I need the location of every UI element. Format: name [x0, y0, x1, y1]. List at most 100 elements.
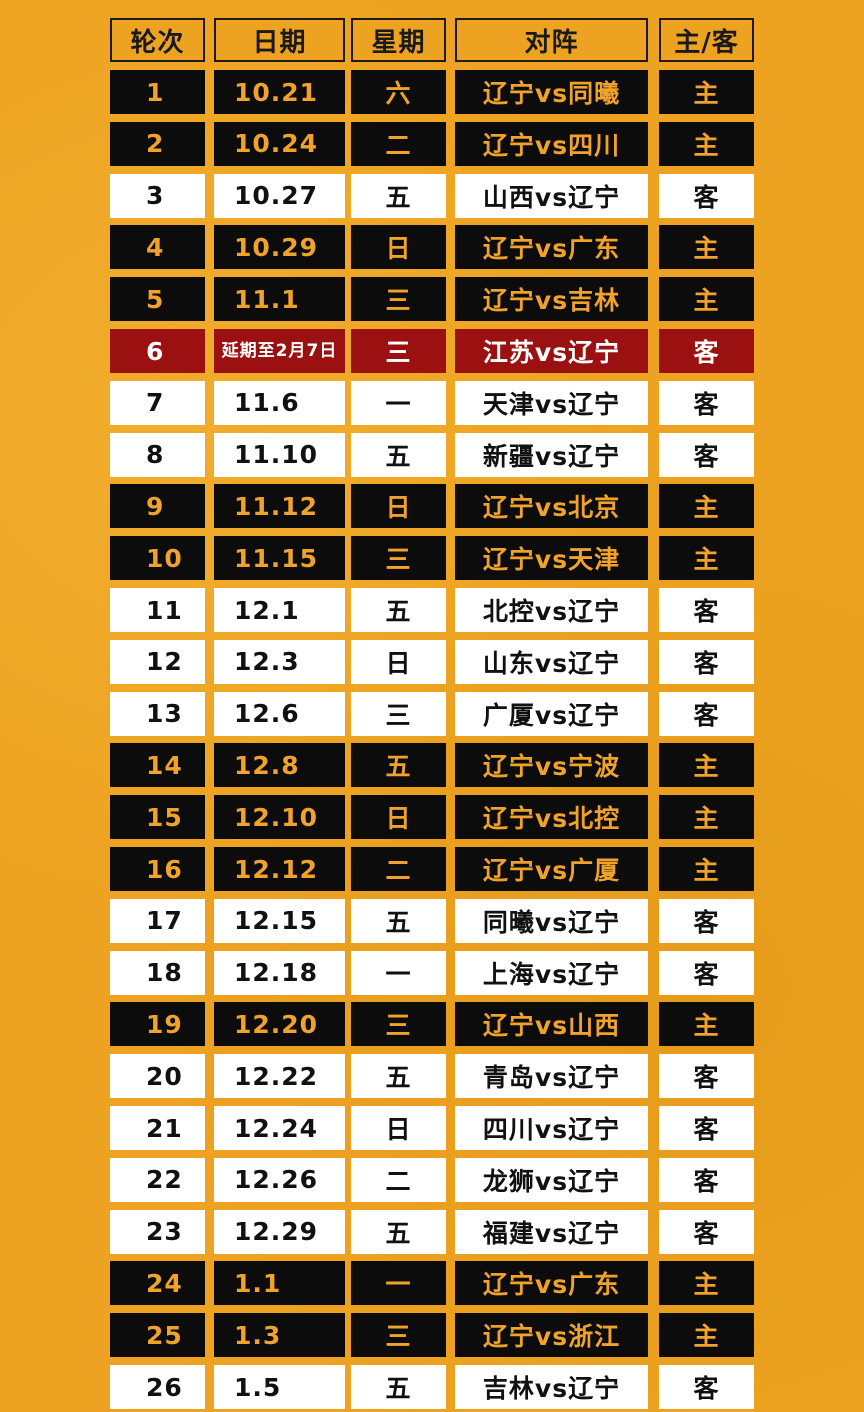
table-row: 3 10.27 五山西vs辽宁客	[110, 173, 754, 218]
table-row: 23 12.29 五福建vs辽宁客	[110, 1209, 754, 1254]
weekday-cell: 五	[351, 432, 446, 477]
match-cell: 山东vs辽宁	[455, 639, 648, 684]
side-cell: 客	[659, 588, 754, 632]
side-cell: 客	[659, 432, 754, 477]
table-header: 轮次 日期 星期 对阵 主/客	[110, 18, 754, 62]
table-row: 10 11.15 三辽宁vs天津主	[110, 536, 754, 581]
round-cell: 21	[110, 1106, 205, 1150]
side-cell: 客	[659, 1054, 754, 1099]
table-row: 15 12.10 日辽宁vs北控主	[110, 795, 754, 840]
table-row: 26 1.5 五吉林vs辽宁客	[110, 1365, 754, 1409]
match-cell: 辽宁vs同曦	[455, 70, 648, 114]
side-cell: 主	[659, 225, 754, 270]
match-cell: 天津vs辽宁	[455, 380, 648, 425]
side-cell: 主	[659, 795, 754, 840]
side-cell: 主	[659, 1313, 754, 1358]
weekday-cell: 三	[351, 329, 446, 373]
weekday-cell: 五	[351, 173, 446, 218]
table-row: 21 12.24 日四川vs辽宁客	[110, 1106, 754, 1150]
side-cell: 客	[659, 1157, 754, 1202]
table-row: 12 12.3 日山东vs辽宁客	[110, 639, 754, 684]
weekday-cell: 二	[351, 847, 446, 891]
header-date: 日期	[214, 18, 345, 62]
match-cell: 辽宁vs宁波	[455, 743, 648, 788]
match-cell: 辽宁vs广厦	[455, 847, 648, 891]
match-cell: 北控vs辽宁	[455, 588, 648, 632]
round-cell: 4	[110, 225, 205, 270]
date-cell: 延期至2月7日	[214, 329, 345, 373]
round-cell: 10	[110, 536, 205, 581]
date-cell: 10.21	[214, 70, 345, 114]
match-cell: 江苏vs辽宁	[455, 329, 648, 373]
table-row: 11 12.1 五北控vs辽宁客	[110, 588, 754, 632]
side-cell: 客	[659, 173, 754, 218]
table-row: 22 12.26 二龙狮vs辽宁客	[110, 1157, 754, 1202]
weekday-cell: 五	[351, 743, 446, 788]
round-cell: 3	[110, 173, 205, 218]
date-cell: 11.12	[214, 484, 345, 529]
date-cell: 10.29	[214, 225, 345, 270]
side-cell: 主	[659, 1002, 754, 1047]
table-row: 7 11.6 一天津vs辽宁客	[110, 380, 754, 425]
date-cell: 12.15	[214, 898, 345, 943]
date-cell: 12.3	[214, 639, 345, 684]
table-row: 9 11.12 日辽宁vs北京主	[110, 484, 754, 529]
match-cell: 辽宁vs北京	[455, 484, 648, 529]
match-cell: 新疆vs辽宁	[455, 432, 648, 477]
match-cell: 四川vs辽宁	[455, 1106, 648, 1150]
round-cell: 8	[110, 432, 205, 477]
match-cell: 辽宁vs山西	[455, 1002, 648, 1047]
match-cell: 青岛vs辽宁	[455, 1054, 648, 1099]
header-weekday: 星期	[351, 18, 446, 62]
weekday-cell: 五	[351, 1054, 446, 1099]
match-cell: 上海vs辽宁	[455, 950, 648, 995]
weekday-cell: 日	[351, 639, 446, 684]
match-cell: 辽宁vs北控	[455, 795, 648, 840]
round-cell: 13	[110, 691, 205, 736]
match-cell: 辽宁vs广东	[455, 1261, 648, 1306]
table-row: 24 1.1 一辽宁vs广东主	[110, 1261, 754, 1306]
date-cell: 1.5	[214, 1365, 345, 1409]
weekday-cell: 五	[351, 588, 446, 632]
weekday-cell: 五	[351, 1209, 446, 1254]
side-cell: 客	[659, 691, 754, 736]
date-cell: 12.20	[214, 1002, 345, 1047]
round-cell: 14	[110, 743, 205, 788]
date-cell: 11.6	[214, 380, 345, 425]
date-cell: 12.1	[214, 588, 345, 632]
round-cell: 9	[110, 484, 205, 529]
table-row: 25 1.3 三辽宁vs浙江主	[110, 1313, 754, 1358]
table-row: 1 10.21 六辽宁vs同曦主	[110, 70, 754, 114]
side-cell: 主	[659, 484, 754, 529]
table-row: 4 10.29 日辽宁vs广东主	[110, 225, 754, 270]
round-cell: 6	[110, 329, 205, 373]
side-cell: 客	[659, 329, 754, 373]
match-cell: 山西vs辽宁	[455, 173, 648, 218]
weekday-cell: 三	[351, 536, 446, 581]
side-cell: 主	[659, 70, 754, 114]
weekday-cell: 三	[351, 1313, 446, 1358]
match-cell: 吉林vs辽宁	[455, 1365, 648, 1409]
side-cell: 客	[659, 1106, 754, 1150]
weekday-cell: 五	[351, 898, 446, 943]
round-cell: 22	[110, 1157, 205, 1202]
round-cell: 16	[110, 847, 205, 891]
side-cell: 主	[659, 277, 754, 322]
round-cell: 19	[110, 1002, 205, 1047]
side-cell: 主	[659, 847, 754, 891]
match-cell: 辽宁vs四川	[455, 121, 648, 166]
table-row: 19 12.20 三辽宁vs山西主	[110, 1002, 754, 1047]
weekday-cell: 日	[351, 1106, 446, 1150]
side-cell: 客	[659, 898, 754, 943]
round-cell: 25	[110, 1313, 205, 1358]
date-cell: 12.8	[214, 743, 345, 788]
round-cell: 24	[110, 1261, 205, 1306]
date-cell: 12.26	[214, 1157, 345, 1202]
round-cell: 20	[110, 1054, 205, 1099]
round-cell: 1	[110, 70, 205, 114]
match-cell: 广厦vs辽宁	[455, 691, 648, 736]
table-row: 5 11.1 三辽宁vs吉林主	[110, 277, 754, 322]
side-cell: 主	[659, 536, 754, 581]
weekday-cell: 三	[351, 277, 446, 322]
weekday-cell: 二	[351, 1157, 446, 1202]
